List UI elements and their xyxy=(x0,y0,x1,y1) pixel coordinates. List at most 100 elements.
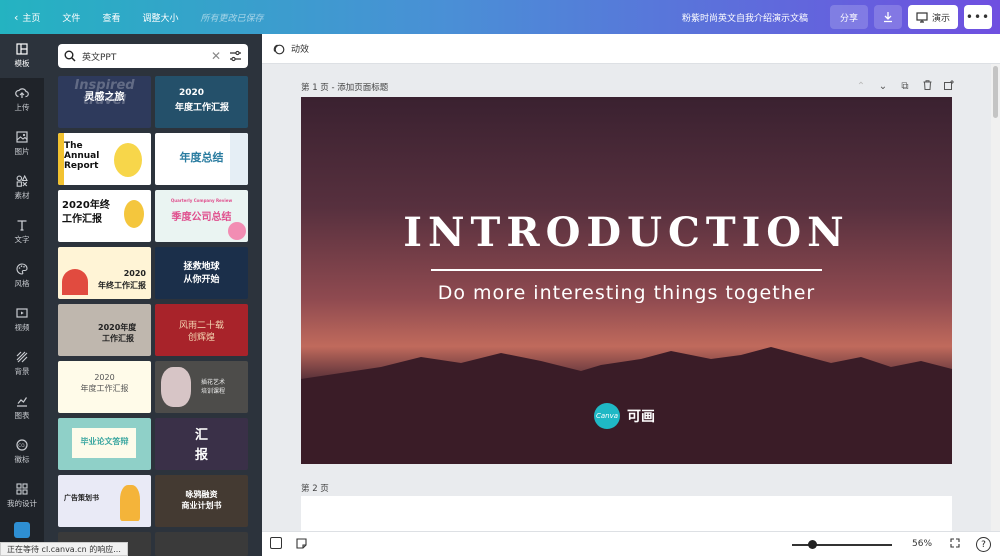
template-card[interactable]: 2020年终 工作汇报 xyxy=(58,190,151,242)
download-icon xyxy=(884,12,892,23)
text-icon xyxy=(17,220,27,231)
rail-item-text[interactable]: 文字 xyxy=(0,210,44,254)
template-card[interactable]: 汇 报 xyxy=(155,418,248,470)
filter-icon[interactable] xyxy=(229,50,242,62)
slide-title[interactable]: INTRODUCTION xyxy=(301,209,952,256)
template-card[interactable]: 风雨二十载 创辉煌 xyxy=(155,304,248,356)
zoom-slider-handle[interactable] xyxy=(808,540,817,549)
zoom-slider[interactable] xyxy=(792,544,892,546)
rail-item-logos[interactable]: CO. 徽标 xyxy=(0,430,44,474)
rail-label: 素材 xyxy=(14,191,30,200)
add-page-icon[interactable] xyxy=(938,80,960,93)
template-card[interactable]: 咏鸦融资 商业计划书 xyxy=(155,475,248,527)
chevron-left-icon: ‹ xyxy=(14,10,19,24)
share-button[interactable]: 分享 xyxy=(830,5,868,29)
template-icon xyxy=(16,43,28,55)
template-card[interactable]: 2020 年度工作汇报 xyxy=(58,361,151,413)
image-icon xyxy=(16,131,28,143)
search-input[interactable]: 英文PPT xyxy=(82,50,211,63)
template-card[interactable]: 年度总结 xyxy=(155,133,248,185)
fullscreen-icon[interactable] xyxy=(950,538,960,551)
template-card[interactable]: 2020年度 工作汇报 xyxy=(58,304,151,356)
video-icon xyxy=(16,308,28,318)
home-button[interactable]: ‹ 主页 xyxy=(14,0,40,34)
svg-text:CO.: CO. xyxy=(18,443,25,448)
search-icon xyxy=(64,50,76,62)
rail-label: 图片 xyxy=(14,147,30,156)
page-2-title[interactable]: 第 2 页 xyxy=(301,482,329,494)
template-card[interactable]: The Annual Report xyxy=(58,133,151,185)
help-button[interactable]: ? xyxy=(976,537,991,552)
rail-item-upload[interactable]: 上传 xyxy=(0,78,44,122)
rail-label: 文字 xyxy=(14,235,30,244)
top-bar: ‹ 主页 文件 查看 调整大小 所有更改已保存 粉紫时尚英文自我介绍演示文稿 分… xyxy=(0,0,1000,34)
rail-label: 模板 xyxy=(14,59,30,68)
logo-icon: CO. xyxy=(16,439,28,451)
rail-item-my-designs[interactable]: 我的设计 xyxy=(0,474,44,518)
present-icon xyxy=(916,11,928,23)
animate-icon[interactable] xyxy=(272,43,285,55)
rail-item-elements[interactable]: 素材 xyxy=(0,166,44,210)
notes-icon[interactable] xyxy=(296,538,307,552)
rail-item-styles[interactable]: 风格 xyxy=(0,254,44,298)
home-label: 主页 xyxy=(22,13,41,24)
present-label: 演示 xyxy=(931,13,950,24)
palette-icon xyxy=(16,263,28,275)
side-rail: 模板 上传 图片 素材 文字 风格 视频 背景 图表 CO. 徽标 我的设计 xyxy=(0,34,44,556)
bottom-bar: 56% ? xyxy=(262,531,1000,556)
rail-label: 背景 xyxy=(14,367,30,376)
page-toolbar: ⌃ ⌄ ⧉ xyxy=(850,80,960,93)
rail-label: 徽标 xyxy=(14,455,30,464)
template-card[interactable]: 毕业论文答辩 xyxy=(58,418,151,470)
slide-canvas[interactable]: INTRODUCTION Do more interesting things … xyxy=(301,97,952,464)
templates-panel: 英文PPT ✕ 灵感之旅 Inspired travel 2020 年度工作汇报… xyxy=(44,34,262,556)
duplicate-page-icon[interactable]: ⧉ xyxy=(894,81,916,92)
download-button[interactable] xyxy=(874,5,902,29)
rail-item-templates[interactable]: 模板 xyxy=(0,34,44,78)
elements-icon xyxy=(16,175,28,187)
template-card[interactable]: 广告策划书 xyxy=(58,475,151,527)
rail-item-photos[interactable]: 图片 xyxy=(0,122,44,166)
search-box[interactable]: 英文PPT ✕ xyxy=(58,44,248,68)
template-card[interactable]: 2020 年度工作汇报 xyxy=(155,76,248,128)
chevron-up-icon[interactable]: ⌃ xyxy=(850,81,872,92)
team-avatar[interactable] xyxy=(14,522,30,538)
template-card[interactable]: 拯救地球 从你开始 xyxy=(155,247,248,299)
rail-label: 我的设计 xyxy=(7,499,37,508)
background-icon xyxy=(16,351,28,363)
upload-icon xyxy=(15,88,29,98)
save-status: 所有更改已保存 xyxy=(200,13,264,24)
chevron-down-icon[interactable]: ⌄ xyxy=(872,81,894,92)
rail-label: 风格 xyxy=(14,279,30,288)
resize-menu[interactable]: 调整大小 xyxy=(142,0,178,34)
vertical-scrollbar[interactable] xyxy=(991,64,1000,556)
grid-view-icon[interactable] xyxy=(270,537,282,549)
clear-search-icon[interactable]: ✕ xyxy=(211,49,221,63)
rail-item-video[interactable]: 视频 xyxy=(0,298,44,342)
rail-item-charts[interactable]: 图表 xyxy=(0,386,44,430)
view-menu[interactable]: 查看 xyxy=(102,0,120,34)
page-1-title[interactable]: 第 1 页 - 添加页面标题 xyxy=(301,81,388,93)
zoom-percentage[interactable]: 56% xyxy=(912,539,932,549)
slide-subtitle[interactable]: Do more interesting things together xyxy=(301,282,952,304)
loading-status: 正在等待 cl.canva.cn 的响应... xyxy=(0,542,128,556)
rail-label: 图表 xyxy=(14,411,30,420)
scrollbar-thumb[interactable] xyxy=(993,66,998,118)
rail-label: 视频 xyxy=(14,323,30,332)
grid-icon xyxy=(16,483,28,495)
animate-button[interactable]: 动效 xyxy=(291,42,309,55)
more-options-button[interactable]: ••• xyxy=(964,5,992,29)
file-menu[interactable]: 文件 xyxy=(62,0,80,34)
template-card[interactable]: 2020 年终工作汇报 xyxy=(58,247,151,299)
document-title[interactable]: 粉紫时尚英文自我介绍演示文稿 xyxy=(682,11,808,24)
delete-page-icon[interactable] xyxy=(916,80,938,93)
template-card[interactable]: 灵感之旅 Inspired travel xyxy=(58,76,151,128)
template-card[interactable]: 插花艺术 培训课程 xyxy=(155,361,248,413)
rail-item-background[interactable]: 背景 xyxy=(0,342,44,386)
template-card[interactable]: Quarterly Company Review 季度公司总结 xyxy=(155,190,248,242)
canva-logo: Canva xyxy=(594,403,620,429)
brand-logo-text: 可画 xyxy=(627,409,655,425)
present-button[interactable]: 演示 xyxy=(908,5,958,29)
template-card[interactable] xyxy=(155,532,248,556)
animate-toolbar: 动效 xyxy=(262,34,1000,64)
